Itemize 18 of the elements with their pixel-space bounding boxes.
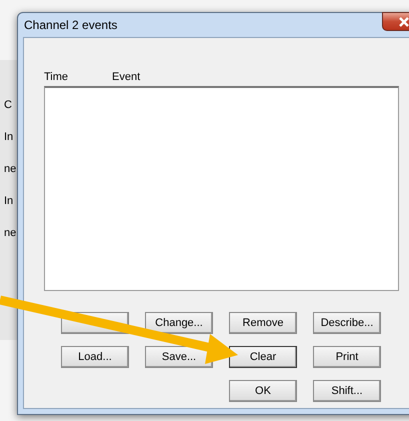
cut-label: ne [4, 162, 16, 176]
cut-label: In [4, 130, 14, 144]
dialog-button[interactable]: Print [313, 346, 381, 368]
dialog-button[interactable]: Remove [229, 312, 297, 334]
cut-label: ne [4, 226, 16, 240]
dialog-button[interactable]: Load... [61, 346, 129, 368]
dialog-button[interactable]: Clear [229, 346, 297, 368]
dialog-button[interactable]: Change... [145, 312, 213, 334]
dialog-button[interactable]: Shift... [313, 380, 381, 402]
window-title: Channel 2 events [24, 18, 118, 32]
cut-label: C [4, 98, 12, 112]
column-header: Event [112, 70, 140, 82]
column-header: Time [44, 70, 70, 82]
event-list[interactable] [44, 86, 399, 291]
dialog-button[interactable]: Describe... [313, 312, 381, 334]
dialog-button[interactable]: OK [229, 380, 297, 402]
close-icon [398, 16, 409, 26]
cut-label: In [4, 194, 14, 208]
